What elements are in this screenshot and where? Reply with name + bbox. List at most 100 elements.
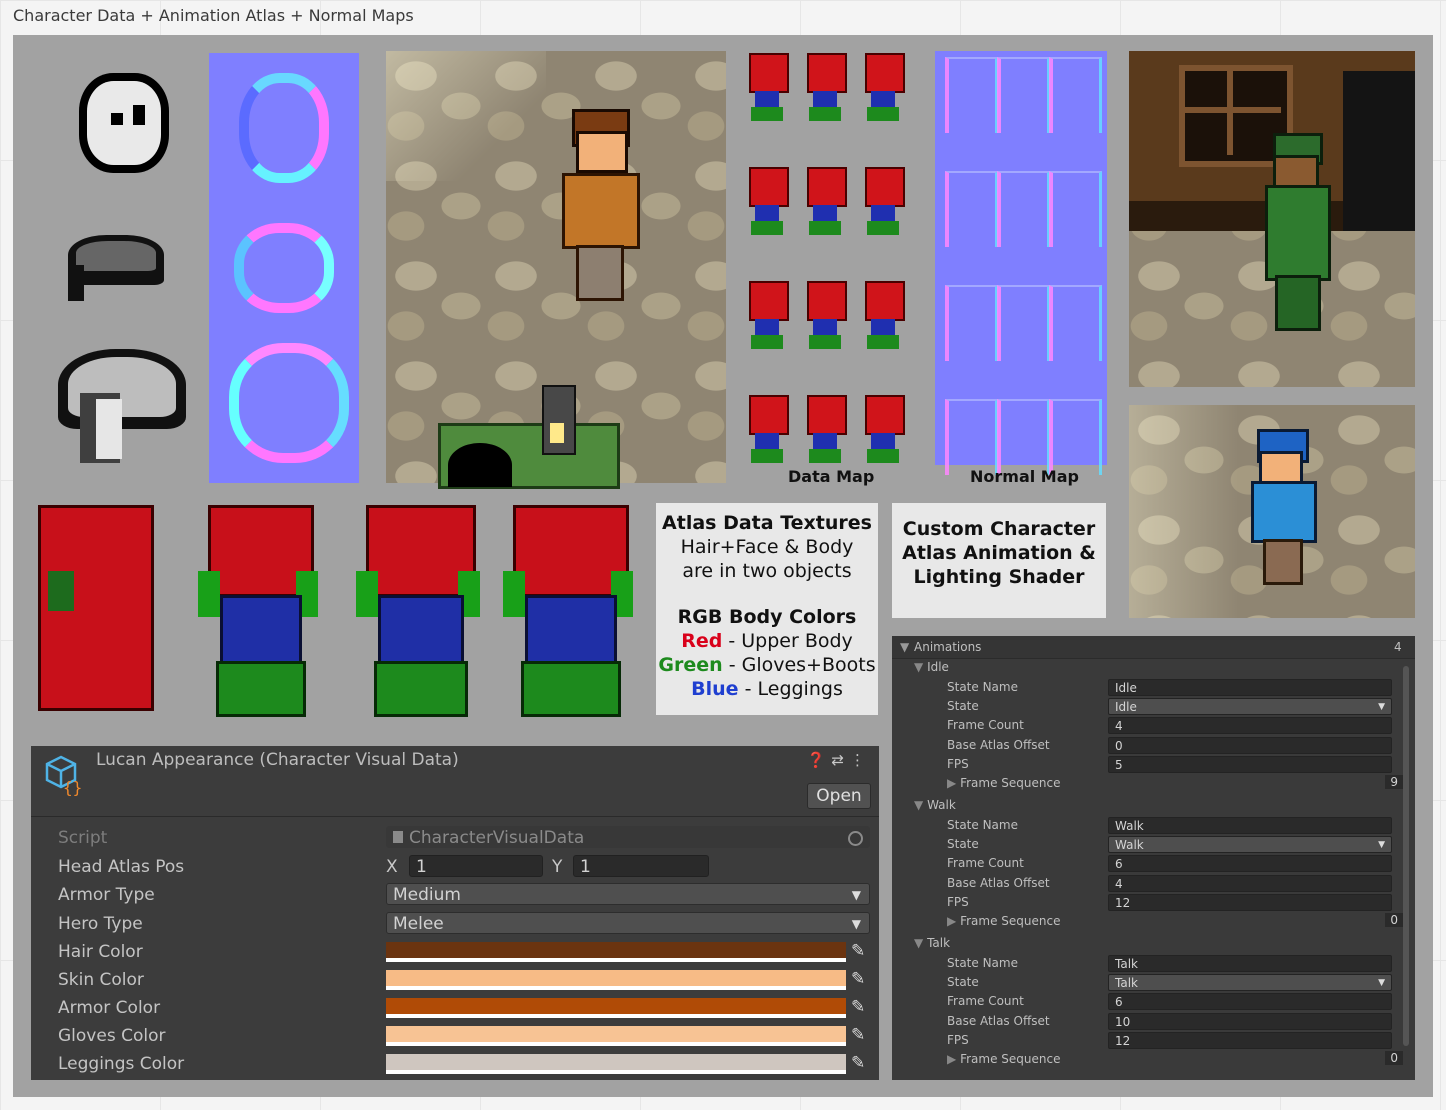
frame-sequence-foldout[interactable]: ▶ Frame Sequence [947, 776, 1060, 790]
frame-sequence-foldout[interactable]: ▶ Frame Sequence [947, 1052, 1060, 1066]
chevron-down-icon: ▼ [851, 917, 861, 931]
frame-torso [865, 53, 905, 93]
frame-sequence-count[interactable]: 0 [1385, 1051, 1403, 1065]
more-menu-icon[interactable]: ⋮ [850, 751, 871, 769]
animation-foldout[interactable]: ▼ Idle [914, 660, 949, 674]
data-map-frame [801, 393, 849, 467]
data-map-frame [859, 51, 907, 125]
frame-torso [749, 281, 789, 321]
field-frame-count[interactable]: 6 [1108, 993, 1392, 1011]
frame-sequence-foldout[interactable]: ▶ Frame Sequence [947, 914, 1060, 928]
eyedropper-icon[interactable]: ✎ [851, 1025, 865, 1045]
data-map-frame [743, 393, 791, 467]
field-state[interactable]: Idle ▼ [1108, 698, 1392, 716]
field-label-state: State [947, 837, 979, 852]
eyedropper-icon[interactable]: ✎ [851, 969, 865, 989]
field-fps[interactable]: 12 [1108, 1031, 1392, 1049]
armor-type-dropdown[interactable]: Medium ▼ [386, 883, 870, 905]
normal-map-frame [1049, 57, 1102, 133]
inspector-header-icons: ❓⇄⋮ [807, 751, 871, 769]
color-label: Armor Color [58, 998, 161, 1018]
scriptable-object-icon: {} [45, 755, 82, 796]
field-base-offset[interactable]: 4 [1108, 874, 1392, 892]
atlas-info-line1: Hair+Face & Body [680, 536, 854, 558]
color-label: Leggings Color [58, 1054, 185, 1074]
color-swatch[interactable] [386, 1054, 846, 1074]
eyedropper-icon[interactable]: ✎ [851, 997, 865, 1017]
frame-sequence-label: Frame Sequence [960, 776, 1061, 790]
custom-character-box: Custom Character Atlas Animation & Light… [892, 503, 1106, 618]
object-picker-icon[interactable] [848, 831, 863, 846]
color-label: Skin Color [58, 970, 144, 990]
normal-map-label: Normal Map [970, 467, 1079, 486]
atlas-info-title: Atlas Data Textures [662, 512, 872, 534]
blue-hero-sprite [1251, 429, 1317, 585]
frame-boots [809, 335, 841, 349]
field-fps[interactable]: 12 [1108, 893, 1392, 911]
frame-sequence-count[interactable]: 9 [1385, 775, 1403, 789]
body-leggings [525, 595, 617, 669]
field-frame-count[interactable]: 4 [1108, 717, 1392, 735]
body-gloves-left [503, 571, 525, 617]
preset-icon[interactable]: ⇄ [831, 751, 850, 769]
rgb-green-line: Green - Gloves+Boots [656, 653, 878, 677]
eyedropper-icon[interactable]: ✎ [851, 1053, 865, 1073]
frame-boots [867, 335, 899, 349]
data-map-frame [801, 279, 849, 353]
field-label-fps: FPS [947, 894, 969, 909]
color-label: Gloves Color [58, 1026, 166, 1046]
body-boots [374, 661, 468, 717]
field-state[interactable]: Walk ▼ [1108, 836, 1392, 854]
field-state-name[interactable]: Talk [1108, 955, 1392, 972]
field-fps[interactable]: 5 [1108, 755, 1392, 773]
hero-type-dropdown[interactable]: Melee ▼ [386, 912, 870, 934]
help-icon[interactable]: ❓ [807, 751, 832, 769]
color-swatch[interactable] [386, 970, 846, 990]
eyedropper-icon[interactable]: ✎ [851, 941, 865, 961]
y-input[interactable]: 1 [573, 855, 709, 877]
field-base-offset[interactable]: 10 [1108, 1012, 1392, 1030]
head-atlas-pos-label: Head Atlas Pos [58, 857, 185, 877]
animation-foldout[interactable]: ▼ Talk [914, 936, 950, 950]
animation-foldout[interactable]: ▼ Walk [914, 798, 956, 812]
foldout-arrow-icon[interactable]: ▼ [900, 640, 909, 654]
x-input[interactable]: 1 [409, 855, 543, 877]
frame-sequence-count[interactable]: 0 [1385, 913, 1403, 927]
data-map-frame [801, 51, 849, 125]
script-label: Script [58, 828, 108, 848]
normal-map-frame [945, 57, 998, 133]
animations-header[interactable]: ▼ Animations 4 [892, 636, 1415, 659]
blue-desc: - Leggings [738, 678, 843, 700]
red-desc: - Upper Body [722, 630, 853, 652]
animations-scrollbar[interactable] [1403, 666, 1409, 1046]
frame-boots [809, 221, 841, 235]
frame-boots [809, 449, 841, 463]
color-swatch[interactable] [386, 942, 846, 962]
field-frame-count[interactable]: 6 [1108, 855, 1392, 873]
chevron-down-icon: ▼ [1378, 978, 1385, 989]
field-state-name[interactable]: Walk [1108, 817, 1392, 834]
animations-count[interactable]: 4 [1394, 640, 1402, 654]
field-label-state: State [947, 699, 979, 714]
atlas-info-line2: are in two objects [682, 560, 852, 582]
data-map-frame [743, 279, 791, 353]
field-state-name[interactable]: Idle [1108, 679, 1392, 696]
scene-blue-hero [1129, 405, 1415, 618]
hero-type-value: Melee [393, 914, 444, 934]
field-state[interactable]: Talk ▼ [1108, 974, 1392, 992]
open-button[interactable]: Open [807, 783, 871, 809]
normal-map-frame [1049, 285, 1102, 361]
animation-name: Talk [927, 936, 951, 950]
rgb-title: RGB Body Colors [677, 606, 857, 628]
field-base-offset[interactable]: 0 [1108, 736, 1392, 754]
body-leggings [220, 595, 302, 669]
normal-map-atlas [935, 51, 1107, 475]
hair-data-sprite-2 [58, 343, 186, 465]
x-label: X [386, 857, 398, 877]
animation-name: Walk [927, 798, 956, 812]
color-swatch[interactable] [386, 1026, 846, 1046]
frame-torso [749, 167, 789, 207]
color-swatch[interactable] [386, 998, 846, 1018]
custom-line2: Atlas Animation & [902, 542, 1096, 564]
atlas-info-box: Atlas Data Textures Hair+Face & Body are… [656, 503, 878, 715]
